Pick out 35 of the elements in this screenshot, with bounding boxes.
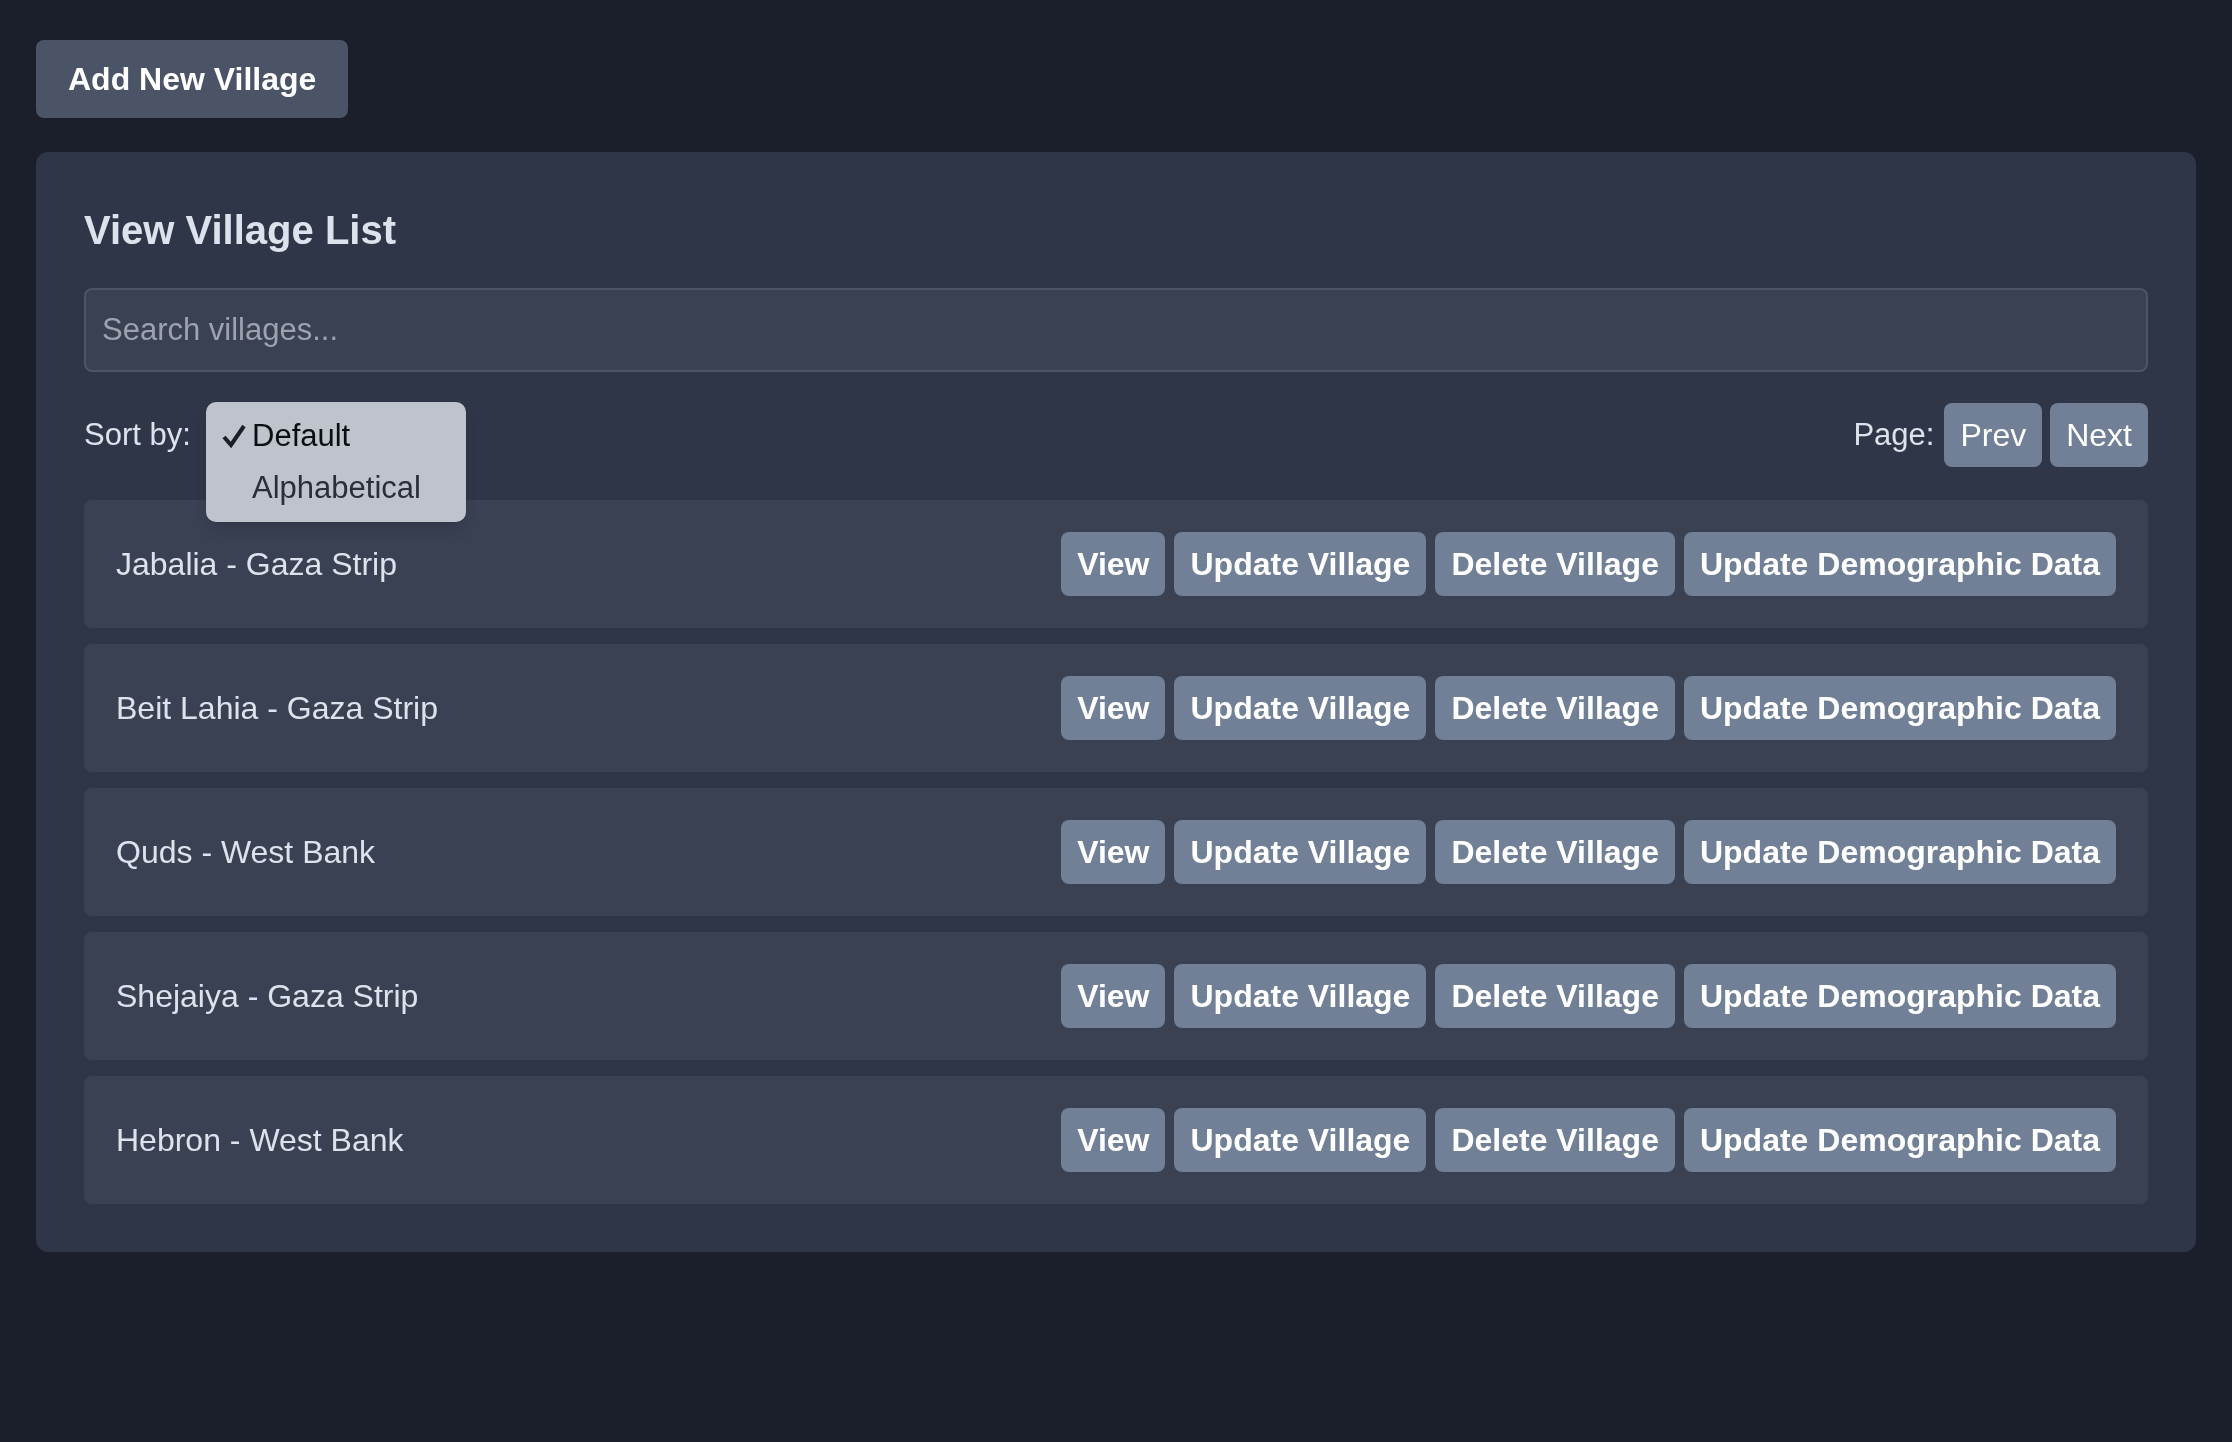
village-action-button[interactable]: Update Demographic Data: [1683, 676, 2116, 740]
village-action-button[interactable]: Delete Village: [1435, 1108, 1675, 1172]
add-village-button[interactable]: Add New Village: [36, 40, 349, 118]
village-name: Quds - West Bank: [116, 833, 376, 872]
panel-title: View Village List: [84, 207, 397, 254]
search-field[interactable]: Search villages...: [84, 288, 2148, 372]
village-action-button[interactable]: View: [1061, 820, 1166, 884]
village-action-button[interactable]: Update Village: [1174, 1108, 1427, 1172]
village-action-button[interactable]: Delete Village: [1435, 964, 1675, 1028]
village-action-button[interactable]: Update Demographic Data: [1683, 1108, 2116, 1172]
village-name: Hebron - West Bank: [116, 1121, 404, 1160]
village-action-button[interactable]: View: [1061, 676, 1166, 740]
village-action-button[interactable]: Update Demographic Data: [1683, 820, 2116, 884]
village-action-button[interactable]: Update Village: [1174, 676, 1427, 740]
village-action-button[interactable]: Update Village: [1174, 532, 1427, 596]
village-action-button[interactable]: Update Demographic Data: [1683, 964, 2116, 1028]
sort-option[interactable]: Alphabetical: [206, 462, 466, 514]
page-button[interactable]: Next: [2050, 403, 2148, 467]
village-action-button[interactable]: View: [1061, 532, 1166, 596]
village-action-button[interactable]: Delete Village: [1435, 820, 1675, 884]
check-icon: [222, 423, 246, 449]
village-action-button[interactable]: Delete Village: [1435, 676, 1675, 740]
page-label: Page:: [1853, 415, 1935, 454]
village-action-button[interactable]: Update Demographic Data: [1683, 532, 2116, 596]
village-action-button[interactable]: View: [1061, 1108, 1166, 1172]
village-action-button[interactable]: Delete Village: [1435, 532, 1675, 596]
sort-label: Sort by:: [84, 415, 191, 454]
village-action-button[interactable]: Update Village: [1174, 964, 1427, 1028]
village-action-button[interactable]: View: [1061, 964, 1166, 1028]
village-name: Shejaiya - Gaza Strip: [116, 977, 419, 1016]
sort-option[interactable]: Default: [206, 410, 466, 462]
village-action-button[interactable]: Update Village: [1174, 820, 1427, 884]
village-name: Beit Lahia - Gaza Strip: [116, 689, 438, 728]
page-button[interactable]: Prev: [1944, 403, 2043, 467]
village-name: Jabalia - Gaza Strip: [116, 545, 397, 584]
